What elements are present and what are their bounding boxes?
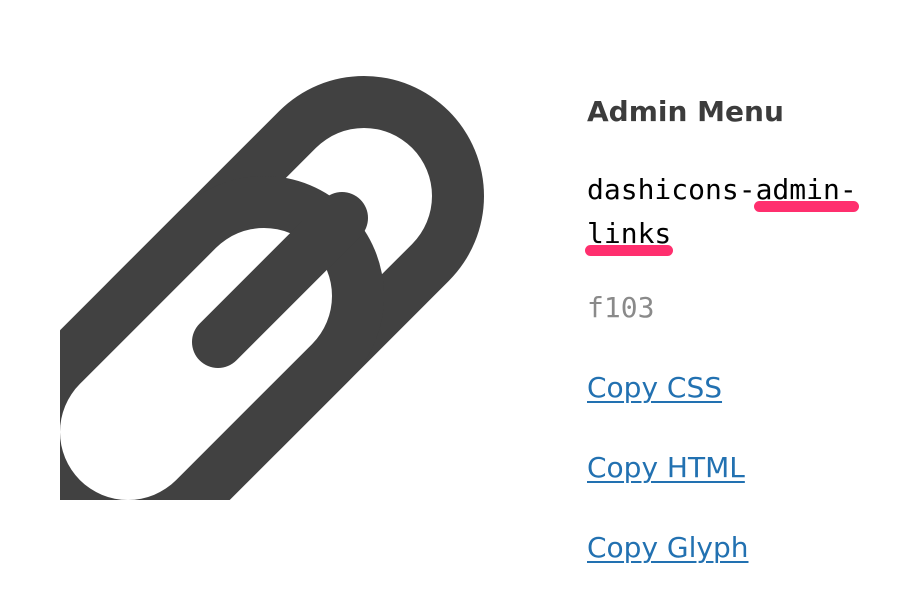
copy-html-link[interactable]: Copy HTML: [587, 448, 745, 488]
glyph-code: f103: [587, 291, 655, 324]
icon-class-name: dashicons-admin-links: [584, 168, 887, 256]
admin-links-icon: [60, 76, 484, 500]
dashicon-detail: Admin Menu dashicons-admin-links f103 Co…: [0, 0, 920, 616]
copy-css-link[interactable]: Copy CSS: [587, 368, 722, 408]
icon-name-prefix: dashicons-: [587, 173, 756, 206]
copy-glyph-link[interactable]: Copy Glyph: [587, 528, 749, 568]
category-title: Admin Menu: [587, 95, 784, 128]
icon-name-highlight-admin: admin-: [753, 168, 859, 212]
icon-name-highlight-links: links: [584, 212, 674, 256]
